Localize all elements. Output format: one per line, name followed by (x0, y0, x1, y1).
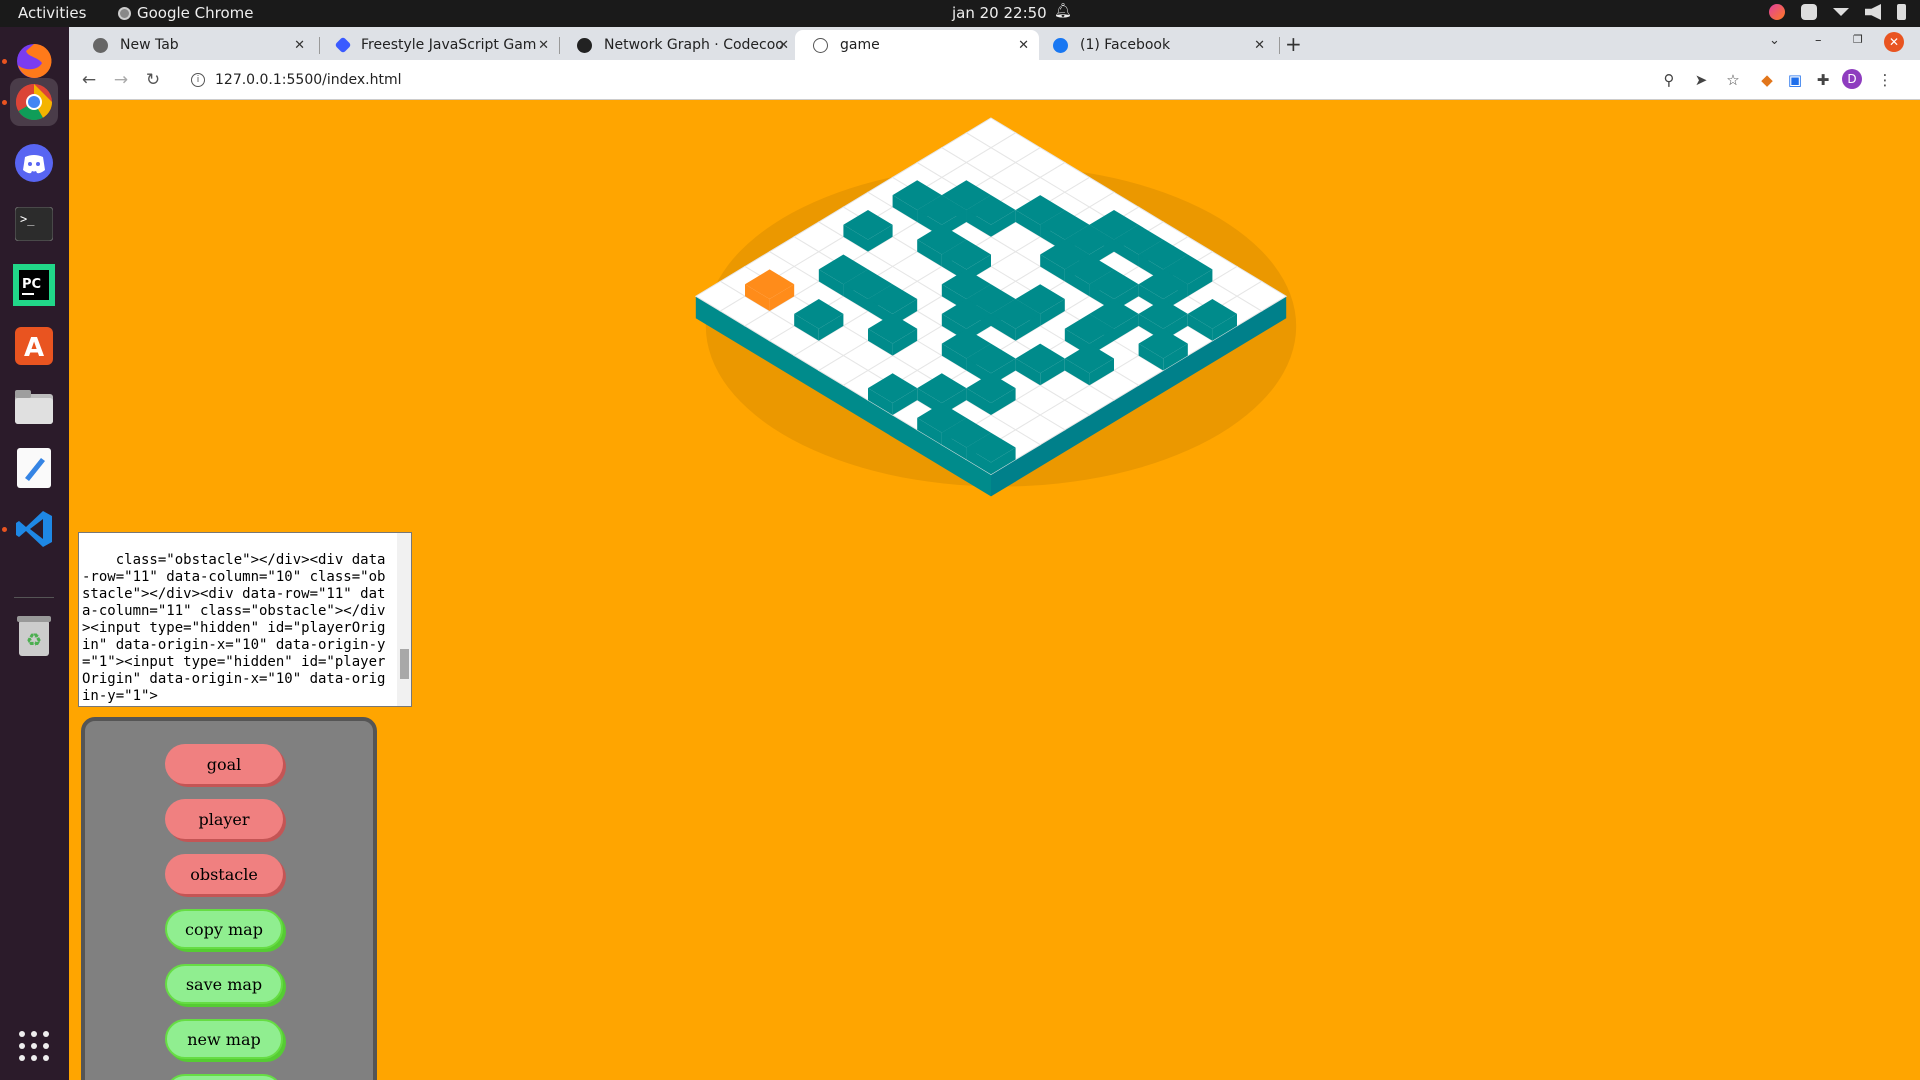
vscode-icon[interactable] (10, 505, 58, 553)
close-icon[interactable]: ✕ (778, 38, 789, 53)
next-palette-button[interactable] (165, 1074, 283, 1080)
chrome-window: New Tab ✕ Freestyle JavaScript Gam ✕ Net… (69, 27, 1920, 100)
tab-strip: New Tab ✕ Freestyle JavaScript Gam ✕ Net… (69, 27, 1920, 60)
close-window-icon[interactable]: ✕ (1884, 32, 1904, 52)
discord-tray-icon[interactable] (1801, 4, 1817, 20)
app-name: Google Chrome (137, 4, 254, 22)
battery-icon[interactable] (1897, 4, 1906, 20)
tab-facebook[interactable]: (1) Facebook ✕ (1035, 30, 1275, 60)
scrollbar-thumb[interactable] (400, 649, 409, 679)
svg-text:A: A (24, 333, 44, 363)
volume-icon[interactable] (1865, 4, 1881, 20)
app-grid-icon[interactable] (10, 1022, 58, 1070)
obstacle-button[interactable]: obstacle (165, 854, 283, 894)
site-info-icon[interactable]: i (191, 73, 205, 87)
svg-text:>_: >_ (20, 212, 35, 226)
address-bar[interactable]: i 127.0.0.1:5500/index.html (179, 65, 1709, 95)
tab-new-tab[interactable]: New Tab ✕ (75, 30, 315, 60)
tab-title: Network Graph · Codecoo (604, 37, 784, 53)
extensions-puzzle-icon[interactable]: ✚ (1812, 69, 1834, 91)
forward-icon[interactable]: → (109, 68, 133, 92)
reload-icon[interactable]: ↻ (141, 68, 165, 92)
system-top-bar: Activities Google Chrome jan 20 22:50 🔔︎ (0, 0, 1920, 27)
url-text: 127.0.0.1:5500/index.html (215, 72, 402, 88)
facebook-icon (1053, 37, 1068, 53)
notification-bell-icon: 🔔︎ (1054, 3, 1072, 19)
profile-avatar[interactable]: D (1842, 69, 1862, 89)
globe-icon (813, 37, 828, 53)
map-code-text: class="obstacle"></div><div data-row="11… (82, 552, 386, 704)
page-viewport: class="obstacle"></div><div data-row="11… (69, 100, 1920, 1080)
clock[interactable]: jan 20 22:50 (952, 4, 1047, 22)
system-tray[interactable] (1769, 4, 1906, 20)
tab-search-icon[interactable]: ⌄ (1769, 33, 1780, 48)
extension-badge-icon[interactable]: ▣ (1784, 69, 1806, 91)
tab-codecademy[interactable]: Freestyle JavaScript Gam ✕ (319, 30, 559, 60)
tab-github[interactable]: Network Graph · Codecoo ✕ (559, 30, 799, 60)
app-menu[interactable]: Google Chrome (118, 4, 254, 22)
player-button[interactable]: player (165, 799, 283, 839)
wifi-icon[interactable] (1833, 8, 1849, 16)
bookmark-star-icon[interactable]: ☆ (1722, 69, 1744, 91)
files-icon[interactable] (10, 383, 58, 431)
tab-title: (1) Facebook (1080, 37, 1171, 53)
save-map-button[interactable]: save map (165, 964, 283, 1004)
browser-toolbar: ← → ↻ i 127.0.0.1:5500/index.html ⚲ ➤ ☆ … (69, 60, 1920, 100)
trash-icon[interactable]: ♻ (10, 612, 58, 660)
metamask-icon[interactable]: ◆ (1756, 69, 1778, 91)
tool-palette: goal player obstacle copy map save map n… (81, 717, 377, 1080)
map-code-textarea[interactable]: class="obstacle"></div><div data-row="11… (78, 532, 412, 707)
svg-text:PC: PC (22, 277, 41, 292)
close-icon[interactable]: ✕ (538, 38, 549, 53)
tab-title: Freestyle JavaScript Gam (361, 37, 537, 53)
goal-button[interactable]: goal (165, 744, 283, 784)
github-icon (577, 37, 592, 53)
close-icon[interactable]: ✕ (1018, 38, 1029, 53)
textarea-scrollbar[interactable] (397, 533, 411, 706)
codecademy-icon (334, 36, 352, 54)
new-tab-button[interactable]: + (1285, 32, 1302, 56)
chrome-tab-icon (93, 37, 108, 53)
copy-map-button[interactable]: copy map (165, 909, 283, 949)
tab-title: New Tab (120, 37, 179, 53)
terminal-icon[interactable]: >_ (10, 200, 58, 248)
back-icon[interactable]: ← (77, 68, 101, 92)
chrome-icon[interactable] (10, 78, 58, 126)
tab-game[interactable]: game ✕ (795, 30, 1039, 60)
pycharm-icon[interactable]: PC (10, 261, 58, 309)
activities-button[interactable]: Activities (18, 4, 86, 22)
color-picker-icon[interactable] (1769, 4, 1785, 20)
software-center-icon[interactable]: A (10, 322, 58, 370)
chrome-small-icon (118, 6, 131, 20)
text-editor-icon[interactable] (10, 444, 58, 492)
close-icon[interactable]: ✕ (1254, 38, 1265, 53)
svg-text:♻: ♻ (26, 630, 42, 651)
send-icon[interactable]: ➤ (1690, 69, 1712, 91)
discord-icon[interactable] (10, 139, 58, 187)
more-menu-icon[interactable]: ⋮ (1874, 69, 1896, 91)
zoom-icon[interactable]: ⚲ (1658, 69, 1680, 91)
tab-title: game (840, 37, 880, 53)
new-map-button[interactable]: new map (165, 1019, 283, 1059)
restore-icon[interactable]: ❐ (1853, 33, 1863, 46)
minimize-icon[interactable]: – (1815, 33, 1822, 48)
close-icon[interactable]: ✕ (294, 38, 305, 53)
ubuntu-dock: >_ PC A ♻ (0, 27, 69, 1080)
